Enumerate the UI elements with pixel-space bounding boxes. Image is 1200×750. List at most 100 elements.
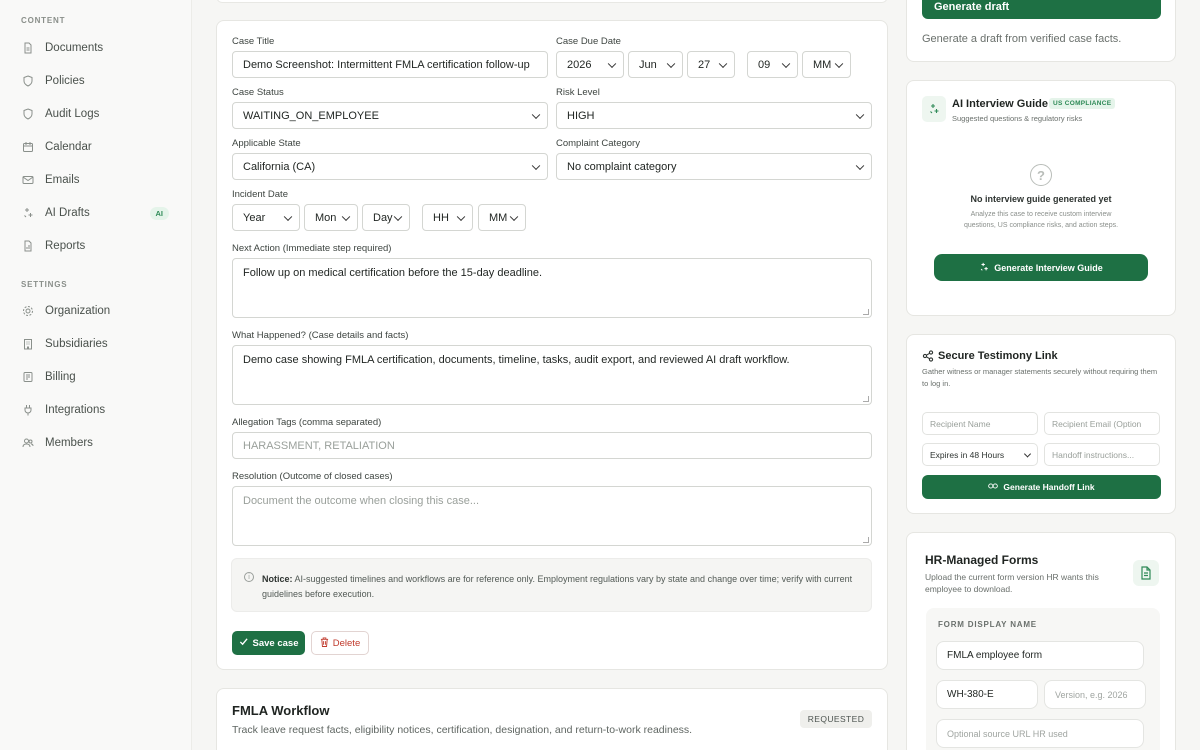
- form-display-name-input[interactable]: FMLA employee form: [936, 641, 1144, 670]
- incident-month-select[interactable]: Mon: [304, 204, 358, 231]
- sidebar-item-label: Policies: [45, 75, 85, 87]
- info-icon: i: [244, 572, 254, 582]
- question-icon: ?: [1030, 164, 1052, 186]
- form-version-input[interactable]: Version, e.g. 2026: [1044, 680, 1146, 709]
- previous-card-edge: [216, 0, 888, 3]
- risk-level-select[interactable]: HIGH: [556, 102, 872, 129]
- incident-day-select[interactable]: Day: [362, 204, 410, 231]
- sidebar-item-subsidiaries[interactable]: Subsidiaries: [21, 332, 171, 356]
- shield-icon: [21, 107, 35, 121]
- fmla-workflow-title: FMLA Workflow: [232, 703, 330, 718]
- incident-hour-select[interactable]: HH: [422, 204, 473, 231]
- trash-icon: [320, 637, 329, 650]
- us-compliance-badge: US COMPLIANCE: [1049, 98, 1116, 109]
- next-action-textarea[interactable]: Follow up on medical certification befor…: [232, 258, 872, 318]
- generate-handoff-link-label: Generate Handoff Link: [1003, 482, 1095, 492]
- resolution-placeholder: Document the outcome when closing this c…: [243, 495, 480, 507]
- sidebar-item-label: Billing: [45, 371, 76, 383]
- case-status-label: Case Status: [232, 87, 284, 98]
- sidebar-item-billing[interactable]: Billing: [21, 365, 171, 389]
- what-happened-text: Demo case showing FMLA certification, do…: [243, 354, 790, 366]
- applicable-state-select[interactable]: California (CA): [232, 153, 548, 180]
- sidebar-item-ai-drafts[interactable]: AI Drafts AI: [21, 201, 171, 225]
- interview-guide-subtitle: Suggested questions & regulatory risks: [952, 114, 1083, 123]
- incident-year-select[interactable]: Year: [232, 204, 300, 231]
- sidebar-item-reports[interactable]: Reports: [21, 234, 171, 258]
- save-case-label: Save case: [252, 637, 299, 649]
- interview-guide-title: AI Interview Guide: [952, 98, 1048, 110]
- complaint-category-select[interactable]: No complaint category: [556, 153, 872, 180]
- due-hour-select[interactable]: 09: [747, 51, 798, 78]
- due-year-select[interactable]: 2026: [556, 51, 624, 78]
- recipient-name-input[interactable]: Recipient Name: [922, 412, 1038, 435]
- due-minute-select[interactable]: MM: [802, 51, 851, 78]
- sidebar-item-label: Integrations: [45, 404, 106, 416]
- due-month-select[interactable]: Jun: [628, 51, 683, 78]
- sidebar-item-label: Audit Logs: [45, 108, 100, 120]
- resize-handle[interactable]: [863, 537, 869, 543]
- notice-box: i Notice: AI-suggested timelines and wor…: [231, 558, 872, 612]
- sidebar-item-members[interactable]: Members: [21, 431, 171, 455]
- form-source-url-input[interactable]: Optional source URL HR used: [936, 719, 1144, 748]
- handoff-instructions-input[interactable]: Handoff instructions...: [1044, 443, 1160, 466]
- building-icon: [21, 337, 35, 351]
- what-happened-textarea[interactable]: Demo case showing FMLA certification, do…: [232, 345, 872, 405]
- sidebar-item-integrations[interactable]: Integrations: [21, 398, 171, 422]
- generate-interview-guide-label: Generate Interview Guide: [994, 262, 1103, 273]
- expiry-select[interactable]: Expires in 48 Hours: [922, 443, 1038, 466]
- resize-handle[interactable]: [863, 396, 869, 402]
- fmla-workflow-subtitle: Track leave request facts, eligibility n…: [232, 724, 693, 736]
- share-icon: [922, 350, 934, 365]
- sidebar-item-documents[interactable]: Documents: [21, 36, 171, 60]
- sidebar-item-audit-logs[interactable]: Audit Logs: [21, 102, 171, 126]
- sidebar: CONTENT Documents Policies Audit Logs Ca…: [0, 0, 192, 750]
- shield-icon: [21, 74, 35, 88]
- resolution-textarea[interactable]: Document the outcome when closing this c…: [232, 486, 872, 546]
- allegation-tags-label: Allegation Tags (comma separated): [232, 417, 382, 428]
- settings-section-label: SETTINGS: [21, 280, 68, 289]
- delete-label: Delete: [332, 637, 361, 649]
- generate-interview-guide-button[interactable]: Generate Interview Guide: [934, 254, 1148, 281]
- sidebar-item-policies[interactable]: Policies: [21, 69, 171, 93]
- incident-minute-select[interactable]: MM: [478, 204, 526, 231]
- plug-icon: [21, 403, 35, 417]
- recipient-email-input[interactable]: Recipient Email (Option: [1044, 412, 1160, 435]
- sparkle-icon: [21, 206, 35, 220]
- calendar-icon: [21, 140, 35, 154]
- generate-draft-button[interactable]: Generate draft: [922, 0, 1161, 19]
- testimony-title: Secure Testimony Link: [938, 350, 1058, 362]
- applicable-state-label: Applicable State: [232, 138, 301, 149]
- sidebar-item-label: Reports: [45, 240, 86, 252]
- risk-level-label: Risk Level: [556, 87, 600, 98]
- hr-forms-subtitle: Upload the current form version HR wants…: [925, 572, 1099, 594]
- report-icon: [21, 239, 35, 253]
- check-icon: [239, 637, 248, 649]
- form-code-input[interactable]: WH-380-E: [936, 680, 1038, 709]
- notice-bold: Notice:: [262, 574, 293, 584]
- sidebar-item-label: Documents: [45, 42, 104, 54]
- notice-body: AI-suggested timelines and workflows are…: [262, 574, 853, 599]
- sparkle-icon: [922, 96, 946, 122]
- sidebar-item-organization[interactable]: Organization: [21, 299, 171, 323]
- save-case-button[interactable]: Save case: [232, 631, 305, 655]
- case-status-select[interactable]: WAITING_ON_EMPLOYEE: [232, 102, 548, 129]
- sidebar-item-calendar[interactable]: Calendar: [21, 135, 171, 159]
- users-icon: [21, 436, 35, 450]
- delete-button[interactable]: Delete: [311, 631, 369, 655]
- due-day-select[interactable]: 27: [687, 51, 735, 78]
- resolution-label: Resolution (Outcome of closed cases): [232, 471, 393, 482]
- case-title-input[interactable]: Demo Screenshot: Intermittent FMLA certi…: [232, 51, 548, 78]
- fmla-workflow-card: [216, 688, 888, 750]
- hr-forms-title: HR-Managed Forms: [925, 553, 1039, 567]
- sidebar-item-emails[interactable]: Emails: [21, 168, 171, 192]
- generate-handoff-link-button[interactable]: Generate Handoff Link: [922, 475, 1161, 499]
- content-section-label: CONTENT: [21, 16, 66, 25]
- generate-draft-text: Generate a draft from verified case fact…: [922, 33, 1122, 45]
- empty-state-title: No interview guide generated yet: [970, 194, 1112, 204]
- sidebar-item-label: Emails: [45, 174, 80, 186]
- ai-badge: AI: [149, 206, 169, 220]
- allegation-tags-input[interactable]: HARASSMENT, RETALIATION: [232, 432, 872, 459]
- resize-handle[interactable]: [863, 309, 869, 315]
- sidebar-item-label: AI Drafts: [45, 207, 90, 219]
- sidebar-item-label: Members: [45, 437, 93, 449]
